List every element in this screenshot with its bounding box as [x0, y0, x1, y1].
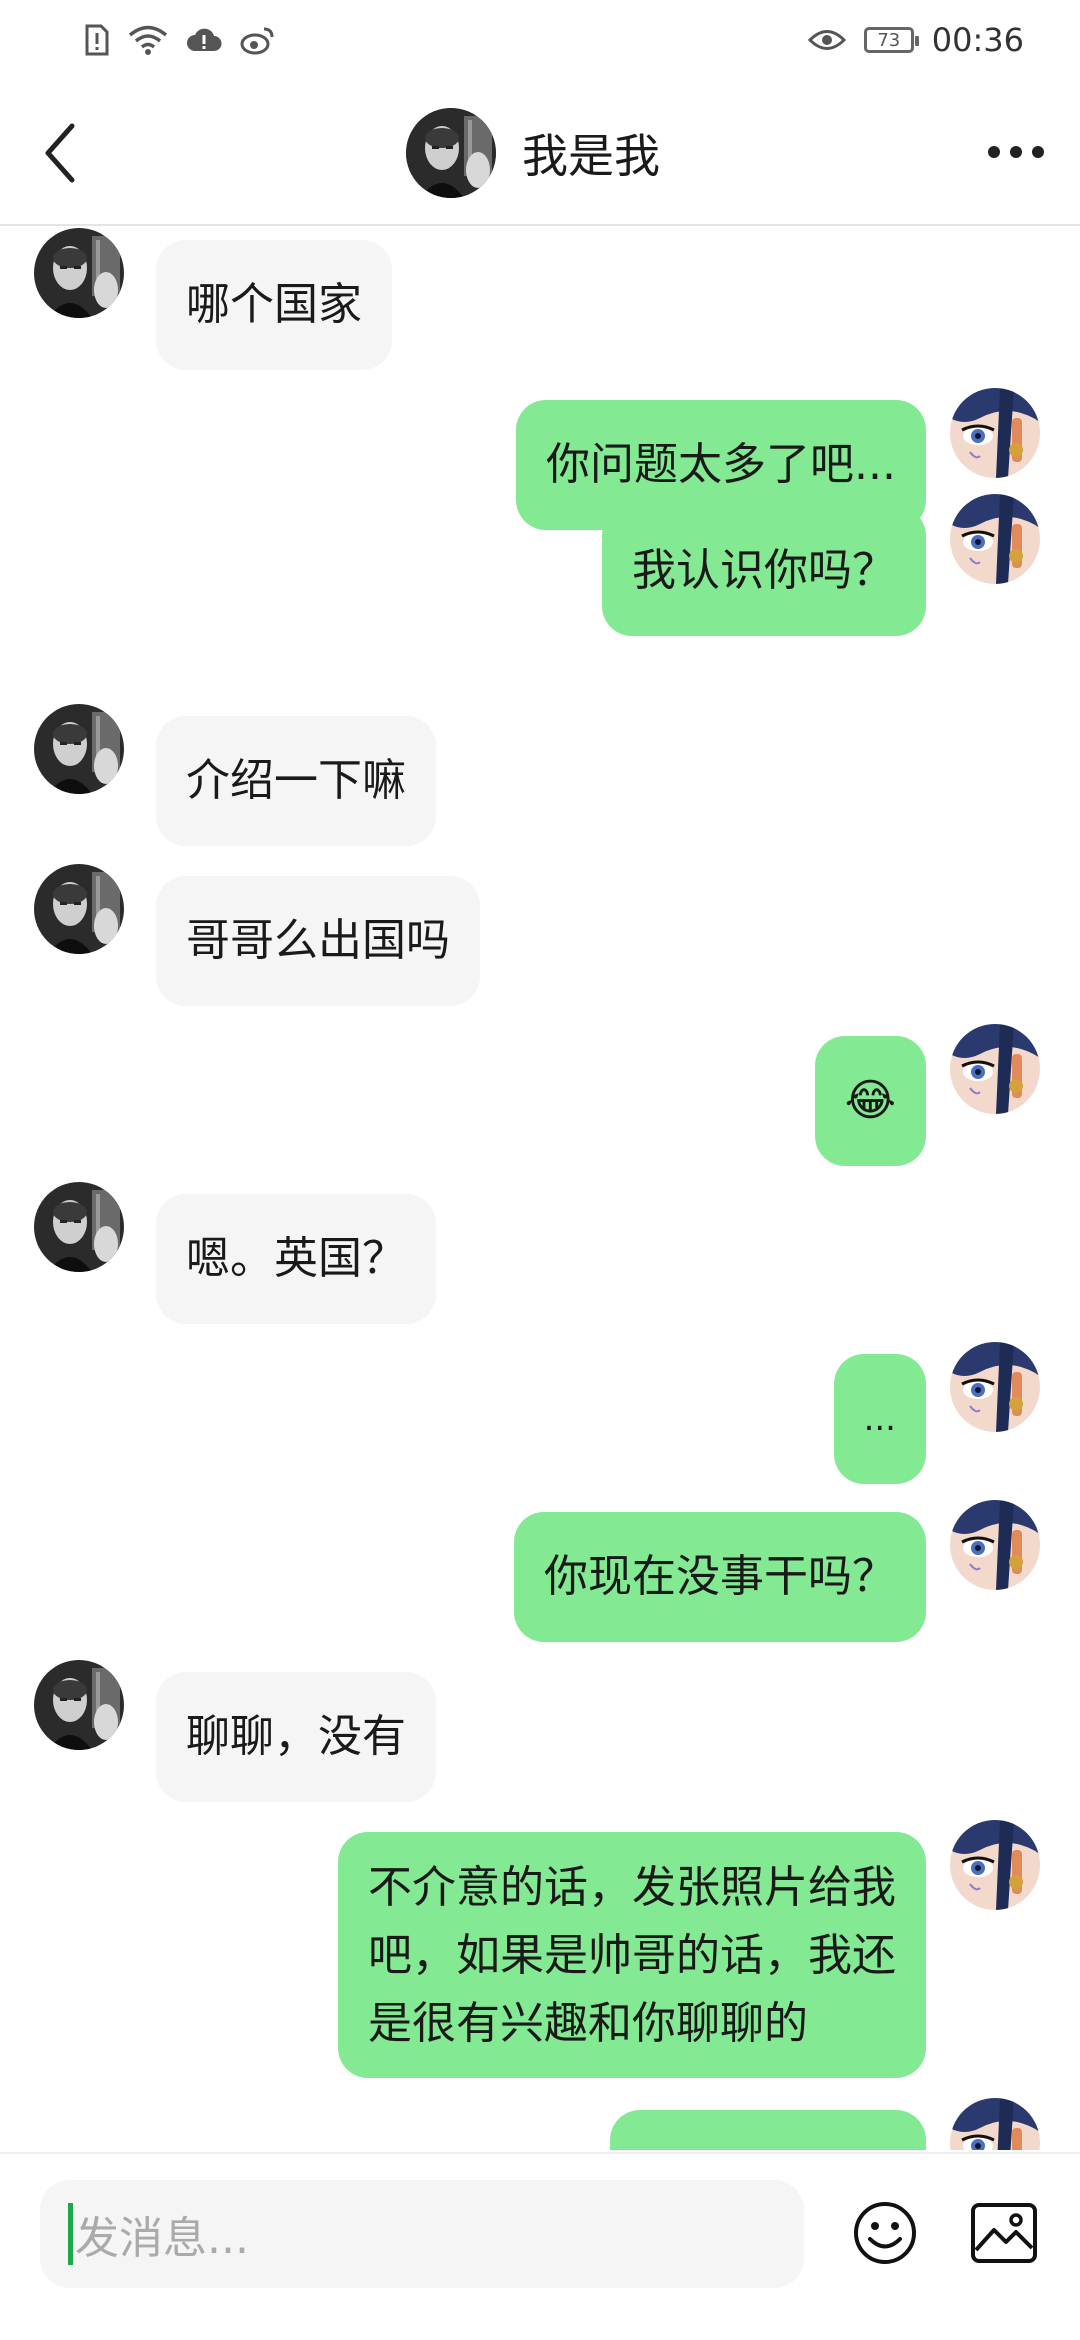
message-input-bar: 发消息...	[0, 2152, 1080, 2340]
status-time: 00:36	[931, 21, 1024, 59]
contact-avatar[interactable]	[34, 1182, 124, 1272]
my-avatar[interactable]	[950, 1024, 1040, 1114]
message-bubble[interactable]: 嗯。英国？	[156, 1194, 436, 1324]
emoji-button[interactable]	[852, 2200, 918, 2266]
status-bar: 73 00:36	[0, 0, 1080, 80]
message-incoming: 嗯。英国？	[34, 1182, 436, 1324]
my-avatar[interactable]	[950, 1820, 1040, 1910]
message-input[interactable]: 发消息...	[40, 2180, 804, 2288]
status-left-icons	[84, 24, 276, 56]
my-avatar[interactable]	[950, 1342, 1040, 1432]
status-right-icons: 73 00:36	[807, 21, 1024, 59]
my-avatar[interactable]	[950, 494, 1040, 584]
contact-avatar[interactable]	[34, 228, 124, 318]
contact-avatar[interactable]	[406, 108, 496, 198]
message-incoming: 聊聊，没有	[34, 1660, 436, 1802]
message-bubble[interactable]: 哥哥么出国吗	[156, 876, 480, 1006]
contact-info[interactable]: 我是我	[406, 108, 660, 198]
chat-screen: 73 00:36 我是我 哪个国家 你问题太多了吧... 我认识你吗？ 介绍一下…	[0, 0, 1080, 2340]
contact-avatar[interactable]	[34, 704, 124, 794]
image-button[interactable]	[970, 2202, 1038, 2264]
message-bubble[interactable]	[610, 2110, 926, 2150]
message-outgoing: ...	[833, 1342, 1040, 1484]
message-bubble[interactable]: 不介意的话，发张照片给我 吧，如果是帅哥的话，我还 是很有兴趣和你聊聊的	[338, 1832, 926, 2078]
message-bubble[interactable]: ...	[833, 1354, 926, 1484]
weibo-icon	[240, 25, 276, 55]
wifi-icon	[128, 24, 168, 56]
eye-icon	[807, 27, 846, 53]
message-bubble[interactable]: 哪个国家	[156, 240, 392, 370]
my-avatar[interactable]	[950, 388, 1040, 478]
message-outgoing: 你现在没事干吗？	[514, 1500, 1040, 1642]
more-options-button[interactable]	[988, 132, 1044, 172]
message-bubble[interactable]: 我认识你吗？	[602, 506, 926, 636]
cloud-alert-icon	[186, 26, 222, 54]
contact-avatar[interactable]	[34, 864, 124, 954]
chevron-left-icon	[45, 123, 75, 183]
message-incoming: 哥哥么出国吗	[34, 864, 480, 1006]
message-outgoing	[610, 2098, 1040, 2150]
back-button[interactable]	[38, 118, 88, 188]
smiley-icon	[854, 2202, 916, 2264]
page-title: 我是我	[522, 129, 660, 183]
my-avatar[interactable]	[950, 1500, 1040, 1590]
message-incoming: 介绍一下嘛	[34, 704, 436, 846]
message-bubble[interactable]: 你现在没事干吗？	[514, 1512, 926, 1642]
message-outgoing: 😂	[814, 1024, 1040, 1166]
message-outgoing: 我认识你吗？	[602, 494, 1040, 636]
contact-avatar[interactable]	[34, 1660, 124, 1750]
battery-indicator: 73	[863, 27, 919, 53]
message-bubble[interactable]: 😂	[814, 1036, 926, 1166]
sim-alert-icon	[84, 24, 110, 56]
chat-header: 我是我	[0, 80, 1080, 226]
message-outgoing: 不介意的话，发张照片给我 吧，如果是帅哥的话，我还 是很有兴趣和你聊聊的	[338, 1820, 1040, 2078]
text-cursor	[68, 2203, 73, 2265]
message-incoming: 哪个国家	[34, 228, 392, 370]
message-bubble[interactable]: 介绍一下嘛	[156, 716, 436, 846]
more-dots-icon	[988, 146, 1000, 158]
my-avatar[interactable]	[950, 2098, 1040, 2150]
message-bubble[interactable]: 聊聊，没有	[156, 1672, 436, 1802]
image-icon	[971, 2203, 1037, 2263]
message-list[interactable]: 哪个国家 你问题太多了吧... 我认识你吗？ 介绍一下嘛 哥哥么出国吗 😂 嗯。…	[0, 228, 1080, 2150]
input-placeholder: 发消息...	[75, 2213, 249, 2264]
